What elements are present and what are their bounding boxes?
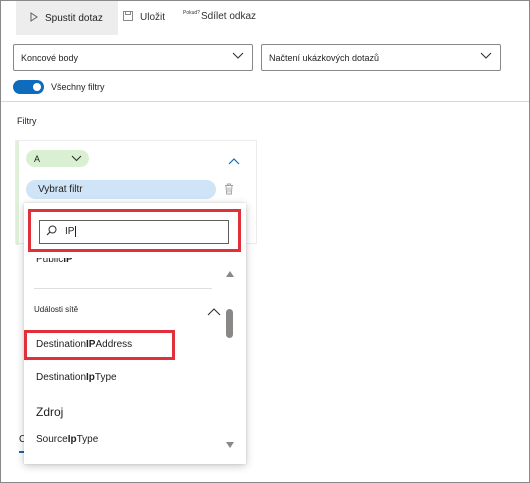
text-caret [75,226,77,238]
list-item-source-ip-type[interactable]: SourceIpType [36,434,98,445]
endpoints-value: Koncové body [21,52,79,63]
save-icon [123,11,133,24]
share-label: Sdílet odkaz [200,11,257,22]
list-divider [34,288,212,289]
endpoints-dropdown[interactable]: Koncové body [13,44,253,71]
filters-title: Filtry [17,116,37,126]
list-item-destination-ip-address[interactable]: DestinationIPAddress [36,339,132,350]
toggle-knob [33,83,41,91]
toolbar: Spustit dotaz Uložit Pokud? Sdílet odkaz [1,1,529,35]
chevron-down-icon [71,154,82,164]
sample-queries-value: Načtení ukázkových dotazů [269,52,380,63]
trash-icon[interactable] [224,182,234,200]
divider [1,101,529,102]
chevron-up-icon[interactable] [228,152,240,170]
filter-card-accent [16,141,19,245]
chevron-down-icon [232,52,244,62]
list-item-public-ip[interactable]: PublicIP [36,258,73,265]
scroll-down-arrow-icon[interactable] [225,436,235,454]
select-filter-label: Vybrat filtr [38,184,83,195]
run-query-label: Spustit dotaz [45,12,103,24]
select-filter-dropdown[interactable]: Vybrat filtr [26,180,216,199]
save-button[interactable]: Uložit [123,11,165,24]
scroll-up-arrow-icon[interactable] [225,265,235,283]
share-link-button[interactable]: Pokud? Sdílet odkaz [183,9,256,22]
filter-search-input[interactable]: IP [39,220,229,244]
section-header-source: Zdroj [36,405,64,419]
search-value: IP [65,226,75,238]
run-query-button[interactable]: Spustit dotaz [16,1,118,35]
chevron-down-icon [480,52,492,62]
operator-dropdown[interactable]: A [26,150,89,167]
list-item-destination-ip-type[interactable]: DestinationIpType [36,372,117,383]
all-filters-toggle[interactable] [13,80,44,94]
scrollbar-thumb[interactable] [226,309,233,338]
share-prefix: Pokud? [183,10,200,16]
chevron-up-icon[interactable] [207,303,221,321]
play-icon [30,11,38,25]
filter-dropdown-popup: IP PublicIP Události sítě DestinationIPA… [24,203,246,464]
all-filters-toggle-row: Všechny filtry [13,80,105,94]
save-label: Uložit [140,12,166,23]
group-header-network-events: Události sítě [34,305,79,314]
sample-queries-dropdown[interactable]: Načtení ukázkových dotazů [261,44,501,71]
search-icon [46,225,57,239]
all-filters-label: Všechny filtry [51,82,105,92]
operator-value: A [34,153,41,164]
